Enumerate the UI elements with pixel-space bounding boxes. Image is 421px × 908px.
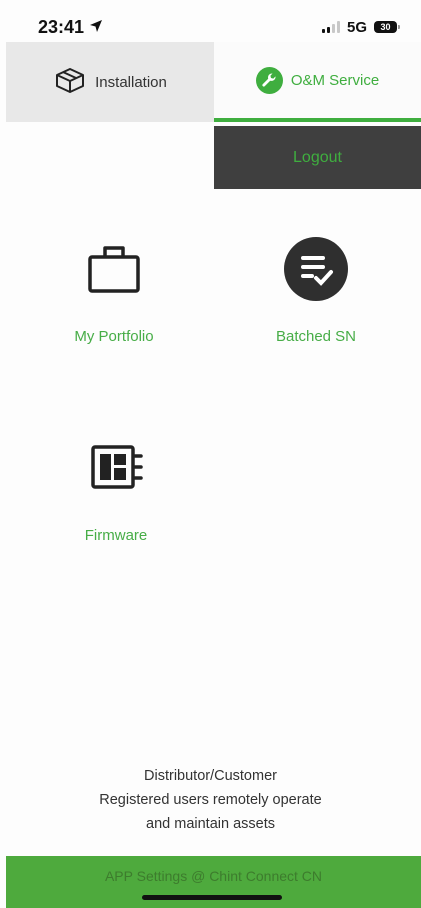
location-arrow-icon: [89, 17, 103, 38]
status-right: 5G 30: [321, 18, 400, 36]
logout-label: Logout: [293, 148, 342, 166]
tab-om-service[interactable]: O&M Service: [214, 42, 421, 122]
info-line-2: Registered users remotely operate: [99, 792, 322, 808]
battery-icon: 30: [374, 21, 400, 33]
info-text: Distributor/Customer Registered users re…: [0, 764, 421, 836]
wrench-icon: [255, 66, 283, 94]
chip-icon: [81, 433, 151, 503]
tile-batched-sn-label: Batched SN: [275, 328, 357, 345]
info-line-1: Distributor/Customer: [144, 768, 277, 784]
mode-tabs: Installation O&M Service: [0, 42, 421, 122]
screen: 23:41 5G 30 Installation O&M Service Log…: [0, 0, 421, 908]
tile-my-portfolio[interactable]: My Portfolio: [34, 234, 194, 345]
tab-installation[interactable]: Installation: [6, 42, 214, 122]
app-settings-footer[interactable]: APP Settings @ Chint Connect CN: [6, 856, 421, 908]
tab-om-service-label: O&M Service: [290, 71, 380, 89]
app-settings-label: APP Settings @ Chint Connect CN: [104, 868, 323, 884]
tile-firmware-label: Firmware: [84, 527, 148, 544]
status-time: 23:41: [38, 16, 85, 37]
network-label: 5G: [346, 18, 367, 36]
tile-firmware[interactable]: Firmware: [36, 433, 196, 544]
box-icon: [53, 65, 87, 100]
tile-my-portfolio-label: My Portfolio: [74, 328, 154, 345]
briefcase-icon: [79, 234, 149, 304]
tile-batched-sn[interactable]: Batched SN: [236, 234, 396, 345]
signal-icon: [321, 21, 340, 33]
logout-button[interactable]: Logout: [214, 126, 421, 189]
tab-installation-label: Installation: [95, 73, 167, 91]
info-line-3: and maintain assets: [146, 816, 275, 832]
checklist-icon: [281, 234, 351, 304]
battery-level: 30: [380, 22, 391, 32]
status-bar: 23:41 5G 30: [0, 0, 421, 44]
home-indicator[interactable]: [142, 895, 282, 900]
status-left: 23:41: [38, 17, 103, 38]
